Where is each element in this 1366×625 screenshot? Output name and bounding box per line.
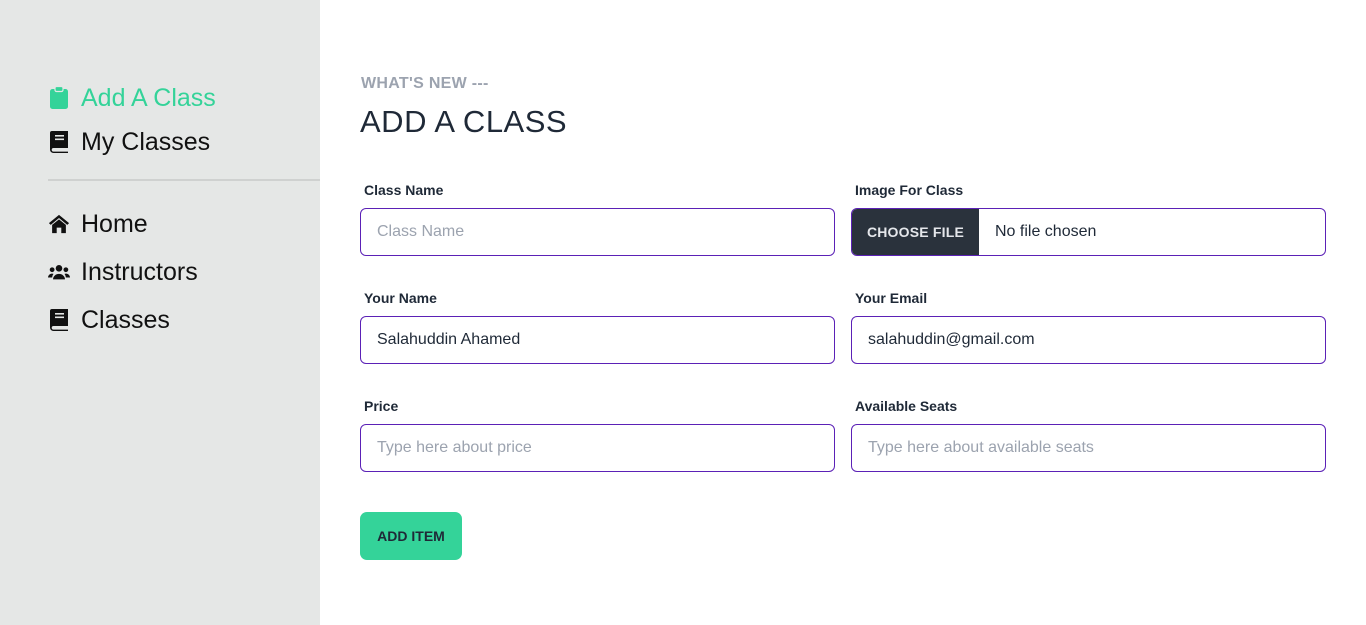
- sidebar-item-add-a-class[interactable]: Add A Class: [48, 76, 216, 120]
- sidebar-item-my-classes[interactable]: My Classes: [48, 120, 216, 164]
- image-field: Image For Class CHOOSE FILE No file chos…: [851, 182, 1326, 256]
- add-item-button[interactable]: ADD ITEM: [360, 512, 462, 560]
- main-nav: Home Instructors Classes: [48, 200, 198, 344]
- sidebar: Add A Class My Classes Home Instructors: [0, 0, 320, 625]
- section-eyebrow: WHAT'S NEW ---: [361, 75, 489, 92]
- sidebar-divider: [48, 179, 320, 181]
- class-name-input[interactable]: [360, 208, 835, 256]
- book-icon: [48, 130, 70, 154]
- page-title: ADD A CLASS: [360, 104, 568, 139]
- sidebar-item-label: Instructors: [81, 257, 198, 286]
- sidebar-item-instructors[interactable]: Instructors: [48, 248, 198, 296]
- sidebar-item-classes[interactable]: Classes: [48, 296, 198, 344]
- your-name-label: Your Name: [364, 290, 437, 306]
- sidebar-item-label: My Classes: [81, 127, 211, 156]
- book-icon: [48, 308, 70, 332]
- sidebar-item-home[interactable]: Home: [48, 200, 198, 248]
- available-seats-label: Available Seats: [855, 398, 958, 414]
- your-name-input[interactable]: [360, 316, 835, 364]
- clipboard-icon: [48, 86, 70, 110]
- your-name-field: Your Name: [360, 290, 835, 364]
- image-label: Image For Class: [855, 182, 964, 198]
- available-seats-field: Available Seats: [851, 398, 1326, 472]
- price-input[interactable]: [360, 424, 835, 472]
- sidebar-item-label: Home: [81, 209, 148, 238]
- available-seats-input[interactable]: [851, 424, 1326, 472]
- your-email-field: Your Email: [851, 290, 1326, 364]
- sidebar-item-label: Classes: [81, 305, 170, 334]
- main-content: WHAT'S NEW --- ADD A CLASS Class Name Im…: [360, 0, 1326, 625]
- class-name-label: Class Name: [364, 182, 444, 198]
- users-icon: [48, 260, 70, 284]
- class-name-field: Class Name: [360, 182, 835, 256]
- price-label: Price: [364, 398, 399, 414]
- choose-file-button[interactable]: CHOOSE FILE: [852, 209, 979, 255]
- sidebar-item-label: Add A Class: [81, 83, 216, 112]
- dashboard-nav: Add A Class My Classes: [48, 76, 216, 164]
- price-field: Price: [360, 398, 835, 472]
- image-file-input[interactable]: CHOOSE FILE No file chosen: [851, 208, 1326, 256]
- file-status-text: No file chosen: [995, 223, 1097, 240]
- your-email-label: Your Email: [855, 290, 928, 306]
- your-email-input[interactable]: [851, 316, 1326, 364]
- home-icon: [48, 212, 70, 236]
